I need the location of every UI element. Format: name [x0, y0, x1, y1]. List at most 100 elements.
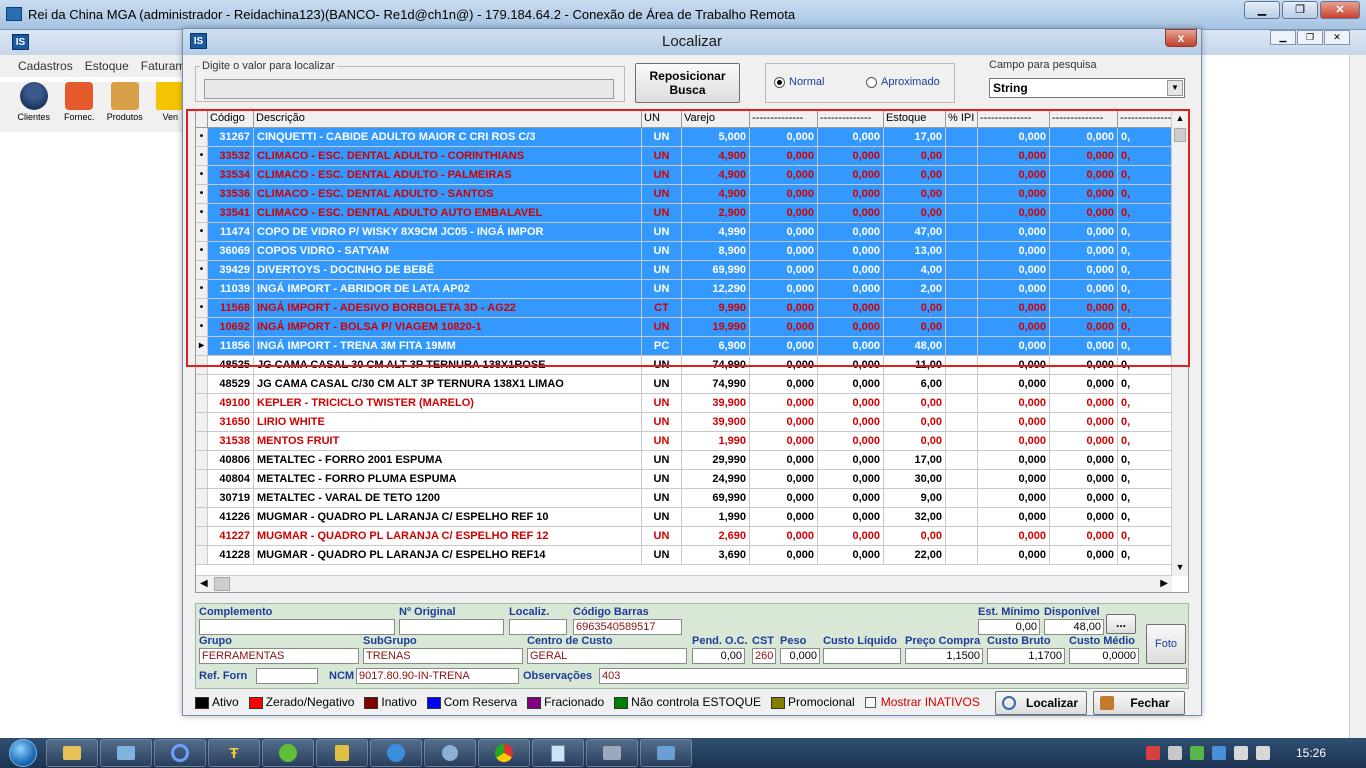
- localiz-field[interactable]: [509, 619, 567, 635]
- col-extra3[interactable]: --------------: [1118, 110, 1173, 127]
- toolbar-clientes[interactable]: Clientes: [14, 82, 54, 132]
- menu-faturamento[interactable]: Faturam: [141, 59, 186, 73]
- scroll-right-icon[interactable]: ▶: [1160, 578, 1168, 589]
- barras-field[interactable]: 6963540589517: [573, 619, 682, 635]
- table-row[interactable]: • 10692 INGÁ IMPORT - BOLSA P/ VIAGEM 1082…: [196, 318, 1173, 337]
- update-icon[interactable]: [1211, 746, 1226, 760]
- col-preco2[interactable]: --------------: [750, 110, 818, 127]
- table-row[interactable]: • 33541 CLIMACO - ESC. DENTAL ADULTO AUTO …: [196, 204, 1173, 223]
- scroll-thumb[interactable]: [1174, 128, 1186, 142]
- taskbar-app7[interactable]: [370, 739, 422, 767]
- disp-field[interactable]: 48,00: [1044, 619, 1104, 635]
- col-extra1[interactable]: --------------: [978, 110, 1050, 127]
- taskbar-chrome[interactable]: [478, 739, 530, 767]
- custobruto-field[interactable]: 1,1700: [987, 648, 1065, 664]
- radio-normal[interactable]: Normal: [774, 76, 824, 88]
- taskbar-explorer[interactable]: [46, 739, 98, 767]
- scroll-up-icon[interactable]: ▲: [1172, 110, 1188, 127]
- app-restore-button[interactable]: ❐: [1297, 30, 1323, 45]
- taskbar-notepad[interactable]: [532, 739, 584, 767]
- precocompra-field[interactable]: 1,1500: [905, 648, 983, 664]
- ncm-field[interactable]: 9017.80.90-IN-TRENA: [356, 668, 519, 684]
- table-row[interactable]: • 36069 COPOS VIDRO - SATYAM UN 8,900 0,000 0,…: [196, 242, 1173, 261]
- table-row[interactable]: 48529 JG CAMA CASAL C/30 CM ALT 3P TERNUR…: [196, 375, 1173, 394]
- table-row[interactable]: 49100 KEPLER - TRICICLO TWISTER (MARELO) U…: [196, 394, 1173, 413]
- radio-aproximado[interactable]: Aproximado: [866, 76, 940, 88]
- scroll-left-icon[interactable]: ◀: [200, 578, 208, 589]
- hscroll-thumb[interactable]: [214, 577, 230, 591]
- show-inactive-checkbox[interactable]: Mostrar INATIVOS: [864, 695, 980, 709]
- col-preco3[interactable]: --------------: [818, 110, 884, 127]
- fechar-button[interactable]: Fechar: [1093, 691, 1185, 715]
- estmin-field[interactable]: 0,00: [978, 619, 1040, 635]
- grid-vertical-scrollbar[interactable]: ▲ ▼: [1171, 110, 1188, 576]
- table-row[interactable]: ▸ 11856 INGÁ IMPORT - TRENA 3M FITA 19MM PC…: [196, 337, 1173, 356]
- table-row[interactable]: • 33534 CLIMACO - ESC. DENTAL ADULTO - PAL…: [196, 166, 1173, 185]
- col-extra2[interactable]: --------------: [1050, 110, 1118, 127]
- taskbar-rdp[interactable]: [640, 739, 692, 767]
- flag-icon[interactable]: [1145, 746, 1160, 760]
- grid-horizontal-scrollbar[interactable]: ◀ ▶: [196, 575, 1172, 592]
- peso-field[interactable]: 0,000: [780, 648, 820, 664]
- menu-cadastros[interactable]: Cadastros: [18, 59, 73, 73]
- more-button[interactable]: ...: [1106, 614, 1136, 634]
- table-row[interactable]: • 11568 INGÁ IMPORT - ADESIVO BORBOLETA 3D…: [196, 299, 1173, 318]
- dialog-close-button[interactable]: x: [1165, 29, 1197, 47]
- reposition-button[interactable]: Reposicionar Busca: [635, 63, 740, 103]
- grupo-field[interactable]: FERRAMENTAS: [199, 648, 359, 664]
- obs-field[interactable]: 403: [599, 668, 1187, 684]
- table-row[interactable]: 31538 MENTOS FRUIT UN 1,990 0,000 0,000 0,00 0,…: [196, 432, 1173, 451]
- table-row[interactable]: • 31267 CINQUETTI - CABIDE ADULTO MAIOR C …: [196, 128, 1173, 147]
- original-field[interactable]: [399, 619, 504, 635]
- menu-estoque[interactable]: Estoque: [85, 59, 129, 73]
- table-row[interactable]: • 11039 INGÁ IMPORT - ABRIDOR DE LATA AP02…: [196, 280, 1173, 299]
- restore-button[interactable]: ❐: [1282, 1, 1318, 19]
- col-un[interactable]: UN: [642, 110, 682, 127]
- taskbar-app3[interactable]: [154, 739, 206, 767]
- cst-field[interactable]: 260: [752, 648, 776, 664]
- col-ipi[interactable]: % IPI: [946, 110, 978, 127]
- table-row[interactable]: • 11474 COPO DE VIDRO P/ WISKY 8X9CM JC05 …: [196, 223, 1173, 242]
- field-select[interactable]: String ▼: [989, 78, 1185, 98]
- centro-field[interactable]: GERAL: [527, 648, 687, 664]
- table-row[interactable]: • 33532 CLIMACO - ESC. DENTAL ADULTO - COR…: [196, 147, 1173, 166]
- clock[interactable]: 15:26: [1296, 746, 1326, 760]
- toolbar-produtos[interactable]: Produtos: [105, 82, 145, 132]
- taskbar-app6[interactable]: [316, 739, 368, 767]
- col-estoque[interactable]: Estoque: [884, 110, 946, 127]
- table-row[interactable]: 40806 METALTEC - FORRO 2001 ESPUMA UN 29,99…: [196, 451, 1173, 470]
- start-button[interactable]: [0, 738, 46, 768]
- localizar-button[interactable]: Localizar: [995, 691, 1087, 715]
- col-descricao[interactable]: Descrição: [254, 110, 642, 127]
- table-row[interactable]: • 33536 CLIMACO - ESC. DENTAL ADULTO - SAN…: [196, 185, 1173, 204]
- app-minimize-button[interactable]: ▁: [1270, 30, 1296, 45]
- search-input[interactable]: [204, 79, 614, 99]
- complemento-field[interactable]: [199, 619, 395, 635]
- table-row[interactable]: 30719 METALTEC - VARAL DE TETO 1200 UN 69,9…: [196, 489, 1173, 508]
- phone-icon[interactable]: [1167, 746, 1182, 760]
- table-row[interactable]: 40804 METALTEC - FORRO PLUMA ESPUMA UN 24,9…: [196, 470, 1173, 489]
- taskbar-app8[interactable]: [424, 739, 476, 767]
- checkbox-box[interactable]: [864, 697, 876, 709]
- app-scrollbar[interactable]: [1349, 55, 1366, 738]
- volume-icon[interactable]: [1255, 746, 1270, 760]
- app-close-button[interactable]: ✕: [1324, 30, 1350, 45]
- table-row[interactable]: 41227 MUGMAR - QUADRO PL LARANJA C/ ESPEL…: [196, 527, 1173, 546]
- shield-icon[interactable]: [1189, 746, 1204, 760]
- minimize-button[interactable]: ▁: [1244, 1, 1280, 19]
- subgrupo-field[interactable]: TRENAS: [363, 648, 523, 664]
- taskbar-network[interactable]: [100, 739, 152, 767]
- table-row[interactable]: 31650 LIRIO WHITE UN 39,900 0,000 0,000 0,00 0,…: [196, 413, 1173, 432]
- scroll-down-icon[interactable]: ▼: [1172, 559, 1188, 576]
- taskbar-app11[interactable]: [586, 739, 638, 767]
- col-codigo[interactable]: Código: [208, 110, 254, 127]
- reffor-field[interactable]: [256, 668, 318, 684]
- chevron-down-icon[interactable]: ▼: [1167, 80, 1183, 96]
- col-varejo[interactable]: Varejo: [682, 110, 750, 127]
- table-row[interactable]: 41228 MUGMAR - QUADRO PL LARANJA C/ ESPEL…: [196, 546, 1173, 565]
- foto-button[interactable]: Foto: [1146, 624, 1186, 664]
- network-tray-icon[interactable]: [1233, 746, 1248, 760]
- pendoc-field[interactable]: 0,00: [692, 648, 745, 664]
- customedio-field[interactable]: 0,0000: [1069, 648, 1139, 664]
- table-row[interactable]: 41226 MUGMAR - QUADRO PL LARANJA C/ ESPEL…: [196, 508, 1173, 527]
